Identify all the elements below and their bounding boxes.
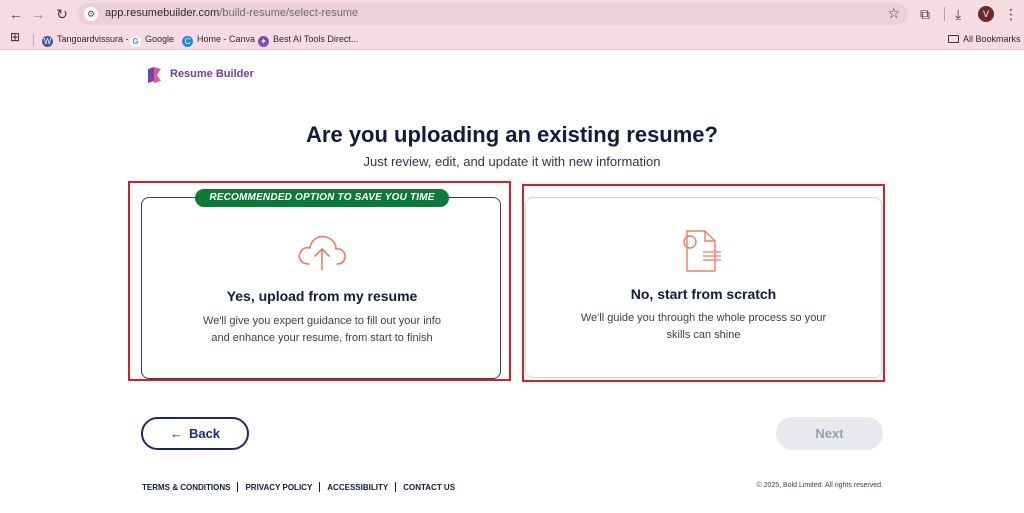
reload-icon[interactable]: ↻ bbox=[54, 6, 70, 22]
footer-divider bbox=[237, 482, 239, 492]
upload-option-title: Yes, upload from my resume bbox=[226, 288, 418, 304]
toolbar-divider bbox=[944, 7, 945, 21]
upload-option-description: We'll give you expert guidance to fill o… bbox=[203, 315, 441, 344]
logo-text: Resume Builder bbox=[170, 68, 254, 80]
footer-divider bbox=[319, 482, 321, 492]
cloud-upload-icon bbox=[298, 235, 346, 270]
recommended-badge: RECOMMENDED OPTION TO SAVE YOU TIME bbox=[195, 189, 449, 207]
ai-tools-icon: ✦ bbox=[258, 36, 269, 47]
bookmarks-divider bbox=[33, 34, 34, 46]
scratch-option-title: No, start from scratch bbox=[630, 286, 777, 302]
privacy-link[interactable]: PRIVACY POLICY bbox=[245, 483, 312, 492]
copyright-text: © 2025, Bold Limited. All rights reserve… bbox=[756, 482, 883, 489]
download-icon[interactable]: ⤓ bbox=[955, 5, 961, 23]
forward-arrow-icon[interactable]: → bbox=[30, 6, 46, 22]
browser-toolbar: ← → ↻ ⚙ app.resumebuilder.com/build-resu… bbox=[0, 0, 1024, 28]
document-icon bbox=[683, 230, 721, 272]
extensions-icon[interactable]: ⧉ bbox=[920, 5, 930, 23]
footer-links: TERMS & CONDITIONS PRIVACY POLICY ACCESSIB… bbox=[142, 482, 455, 492]
terms-link[interactable]: TERMS & CONDITIONS bbox=[142, 483, 230, 492]
footer-divider bbox=[395, 482, 397, 492]
wordpress-icon: W bbox=[42, 36, 53, 47]
bookmark-item[interactable]: G Google bbox=[130, 32, 174, 47]
canva-icon: C bbox=[182, 36, 193, 47]
arrow-left-icon: ← bbox=[169, 426, 183, 441]
page-title: Are you uploading an existing resume? bbox=[306, 122, 718, 147]
all-bookmarks[interactable]: All Bookmarks bbox=[948, 32, 1021, 46]
site-info-icon[interactable]: ⚙ bbox=[84, 7, 98, 21]
bookmark-star-icon[interactable]: ☆ bbox=[887, 5, 900, 22]
folder-icon bbox=[948, 35, 959, 43]
google-icon: G bbox=[130, 36, 141, 47]
menu-dots-icon[interactable]: ⋮ bbox=[1004, 5, 1018, 23]
bookmarks-bar: ⊞ W Tangoardvissura - G Google C Home - Can… bbox=[0, 28, 1024, 50]
accessibility-link[interactable]: ACCESSIBILITY bbox=[327, 483, 388, 492]
logo[interactable]: Resume Builder bbox=[145, 65, 254, 85]
apps-grid-icon[interactable]: ⊞ bbox=[10, 30, 20, 44]
back-arrow-icon[interactable]: ← bbox=[8, 6, 24, 22]
address-bar[interactable]: ⚙ app.resumebuilder.com/build-resume/sel… bbox=[78, 3, 908, 25]
contact-link[interactable]: CONTACT US bbox=[403, 483, 455, 492]
back-button[interactable]: ← Back bbox=[141, 417, 249, 450]
profile-avatar[interactable]: V bbox=[978, 6, 994, 22]
page-subtitle: Just review, edit, and update it with ne… bbox=[363, 154, 661, 169]
next-button[interactable]: Next bbox=[776, 417, 883, 450]
url-text: app.resumebuilder.com/build-resume/selec… bbox=[105, 7, 359, 19]
bookmark-item[interactable]: C Home - Canva bbox=[182, 32, 255, 47]
bookmark-item[interactable]: W Tangoardvissura - bbox=[42, 32, 129, 47]
bookmark-item[interactable]: ✦ Best AI Tools Direct... bbox=[258, 32, 358, 47]
resume-builder-logo-icon bbox=[148, 67, 161, 83]
scratch-option-description: We'll guide you through the whole proces… bbox=[580, 312, 827, 341]
